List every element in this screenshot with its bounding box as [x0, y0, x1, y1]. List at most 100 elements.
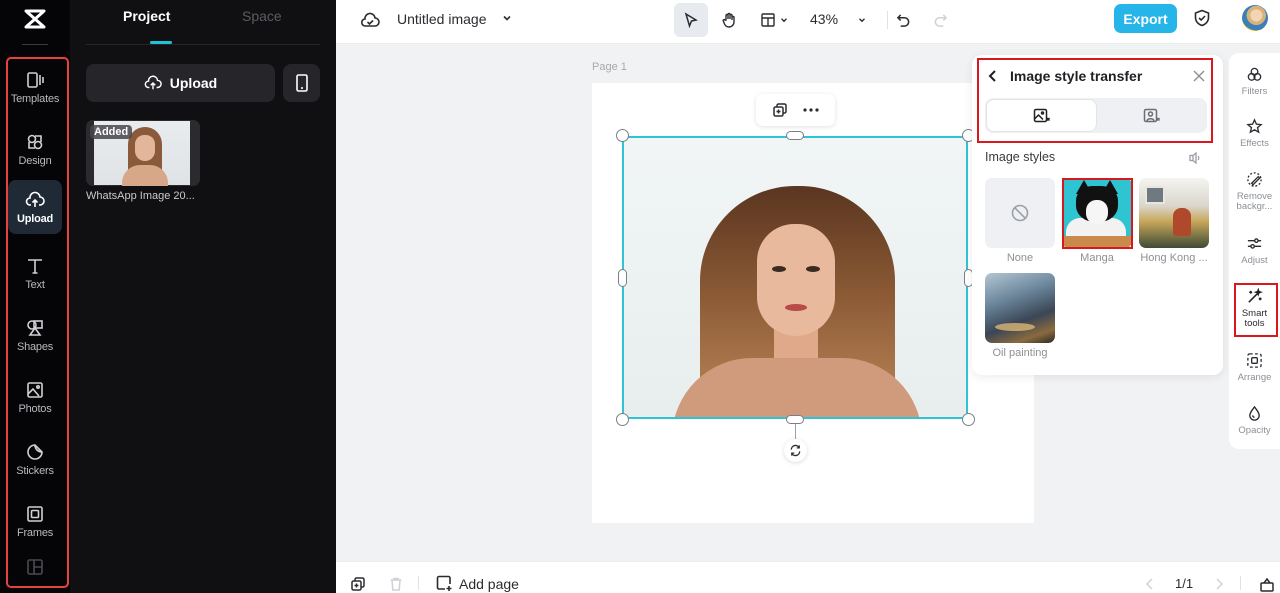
tool-opacity[interactable]: Opacity [1229, 405, 1280, 436]
select-tool-button[interactable] [674, 3, 708, 37]
cloud-sync-icon[interactable] [360, 10, 380, 30]
style-option-oil-painting[interactable] [985, 273, 1055, 343]
duplicate-button[interactable] [769, 99, 791, 121]
resize-handle-bottom-right[interactable] [962, 413, 975, 426]
arrange-icon [1247, 353, 1262, 368]
add-page-icon [436, 575, 452, 591]
resize-handle-bottom[interactable] [786, 415, 804, 424]
remove-background-icon [1247, 172, 1262, 187]
close-icon[interactable] [1192, 69, 1206, 83]
adjust-icon [1247, 238, 1262, 249]
tab-space[interactable]: Space [242, 8, 282, 24]
segment-image-style[interactable] [987, 100, 1096, 131]
duplicate-icon [773, 103, 787, 117]
zoom-dropdown-button[interactable] [852, 3, 872, 37]
duplicate-page-icon[interactable] [350, 576, 366, 592]
portrait-style-icon [1143, 108, 1160, 122]
redo-icon [934, 13, 947, 27]
bottom-divider [418, 576, 419, 590]
asset-name: WhatsApp Image 20... [86, 190, 195, 202]
upload-button-label: Upload [169, 75, 218, 91]
tool-arrange[interactable]: Arrange [1229, 352, 1280, 383]
capcut-logo-icon[interactable] [22, 6, 48, 32]
add-page-button[interactable]: Add page [436, 575, 519, 592]
undo-button[interactable] [891, 3, 915, 37]
trash-icon[interactable] [388, 576, 404, 592]
style-option-none[interactable] [985, 178, 1055, 248]
style-label-manga: Manga [1080, 252, 1114, 264]
undo-icon [896, 13, 909, 27]
next-page-icon[interactable] [1211, 576, 1227, 592]
style-option-manga[interactable] [1062, 178, 1132, 248]
tab-project[interactable]: Project [123, 8, 170, 24]
opacity-icon [1249, 405, 1260, 421]
page-manager-icon[interactable] [1259, 576, 1275, 592]
upload-button[interactable]: Upload [86, 64, 275, 102]
redo-button[interactable] [928, 3, 952, 37]
capcut-editor: Templates Design Upload Text Shapes Phot… [0, 0, 1280, 593]
more-horizontal-icon [803, 108, 819, 112]
top-bar: Untitled image 43% Export [336, 0, 1280, 44]
resize-handle-top-left[interactable] [616, 129, 629, 142]
image-styles-heading: Image styles [985, 150, 1056, 164]
tool-effects[interactable]: Effects [1229, 118, 1280, 149]
style-label-none: None [1006, 252, 1034, 264]
document-title[interactable]: Untitled image [397, 11, 487, 27]
chevron-down-icon [859, 18, 865, 23]
tool-remove-background[interactable]: Remove backgr... [1229, 171, 1280, 212]
rotate-connector [795, 424, 796, 440]
upload-cloud-icon [144, 75, 162, 90]
chevron-down-icon[interactable] [501, 12, 513, 24]
segment-portrait-style[interactable] [1098, 100, 1205, 131]
image-style-icon [1033, 108, 1050, 122]
tool-adjust[interactable]: Adjust [1229, 235, 1280, 266]
hand-tool-button[interactable] [714, 3, 744, 37]
export-button[interactable]: Export [1114, 4, 1177, 33]
filters-icon [1247, 67, 1262, 81]
rotate-icon [790, 444, 801, 457]
rotate-handle[interactable] [784, 439, 807, 462]
page-indicator: 1/1 [1175, 576, 1194, 591]
smart-tools-icon [1248, 288, 1263, 303]
resize-handle-top[interactable] [786, 131, 804, 140]
layout-tool-button[interactable] [754, 3, 794, 37]
resize-handle-left[interactable] [618, 269, 627, 287]
shield-icon[interactable] [1193, 9, 1211, 27]
element-floating-toolbar [756, 94, 835, 126]
effects-icon [1246, 118, 1263, 134]
upload-from-phone-button[interactable] [283, 64, 320, 102]
tool-filters[interactable]: Filters [1229, 66, 1280, 97]
more-options-button[interactable] [800, 99, 822, 121]
style-label-oil-painting: Oil painting [992, 347, 1048, 359]
zoom-level[interactable]: 43% [810, 11, 838, 27]
page-label: Page 1 [592, 61, 627, 73]
layout-icon [760, 13, 775, 27]
back-chevron-icon[interactable] [986, 69, 1000, 83]
canvas-image-portrait[interactable] [622, 136, 968, 419]
phone-icon [295, 74, 308, 92]
no-style-icon [1011, 204, 1029, 222]
rail-divider [22, 44, 48, 45]
project-panel: Project Space Upload Added WhatsApp Imag… [70, 0, 336, 593]
left-rail: Templates Design Upload Text Shapes Phot… [0, 0, 70, 593]
sound-icon[interactable] [1188, 151, 1202, 165]
rail-highlight-annotation [6, 57, 69, 588]
add-page-label: Add page [459, 575, 519, 592]
style-option-hong-kong[interactable] [1139, 178, 1209, 248]
tool-smart-tools[interactable]: Smart tools [1229, 288, 1280, 329]
cursor-icon [684, 12, 698, 28]
style-mode-segmented-control [985, 98, 1207, 133]
added-badge: Added [90, 125, 133, 139]
hand-icon [722, 12, 735, 28]
active-tab-indicator [150, 41, 172, 44]
chevron-down-icon [780, 18, 787, 23]
previous-page-icon[interactable] [1142, 576, 1158, 592]
style-label-hong-kong: Hong Kong ... [1140, 252, 1208, 264]
resize-handle-bottom-left[interactable] [616, 413, 629, 426]
bottom-divider [1240, 576, 1241, 590]
user-avatar[interactable] [1242, 5, 1268, 31]
panel-title: Image style transfer [1010, 68, 1143, 84]
asset-thumbnail[interactable]: Added [86, 120, 200, 186]
panel-tabs: Project Space [86, 0, 320, 45]
toolbar-divider [887, 11, 888, 29]
